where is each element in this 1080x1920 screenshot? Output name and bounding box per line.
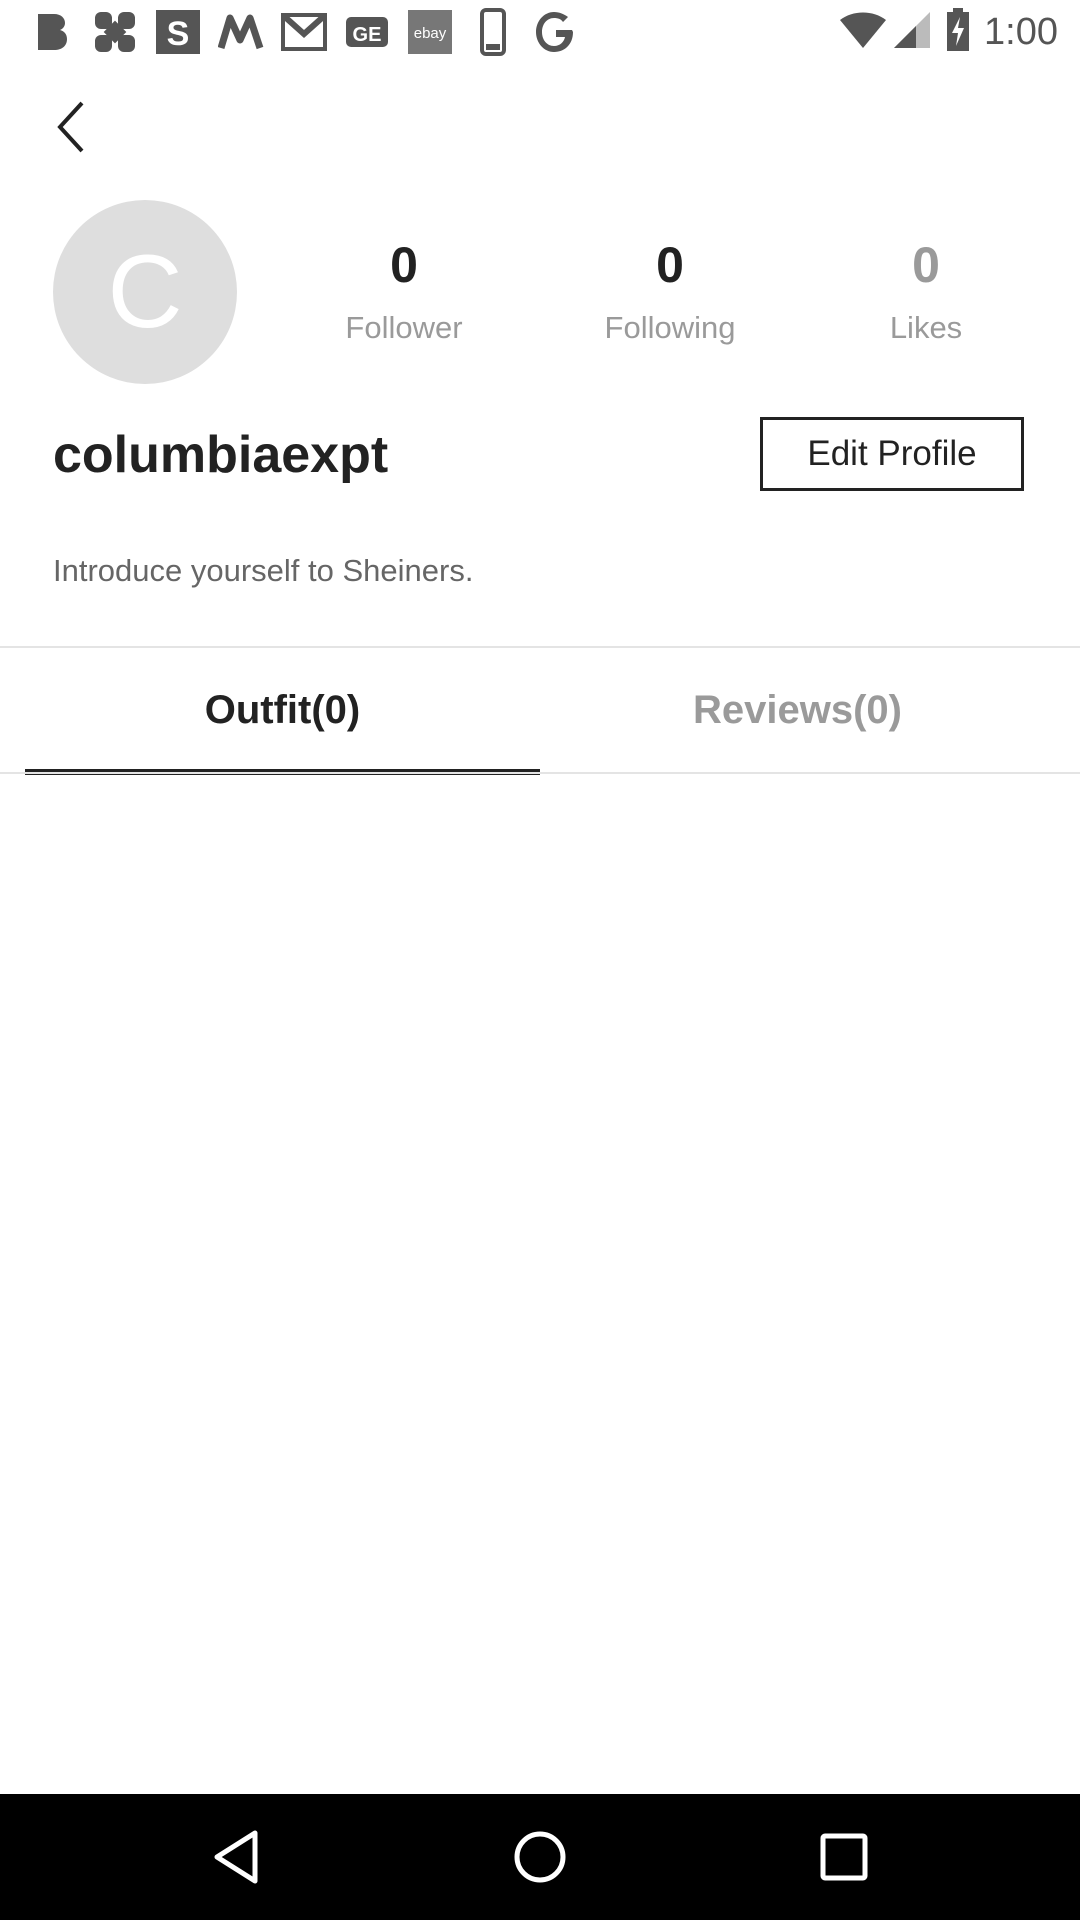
nav-recents-button[interactable] <box>804 1817 884 1897</box>
wifi-icon <box>838 10 888 55</box>
nav-recents-icon <box>820 1833 868 1881</box>
google-icon <box>532 8 580 56</box>
nav-home-button[interactable] <box>500 1817 580 1897</box>
puzzle-app-icon <box>91 8 139 56</box>
svg-text:S: S <box>167 15 190 53</box>
tab-outfit[interactable]: Outfit(0) <box>25 648 540 773</box>
status-bar: S GE ebay 1:00 <box>0 0 1080 63</box>
battery-charging-icon <box>946 7 970 57</box>
m-app-icon <box>217 8 265 56</box>
navigation-bar <box>0 1794 1080 1920</box>
likes-count: 0 <box>912 237 940 293</box>
ge-app-icon: GE <box>343 8 391 56</box>
nav-back-button[interactable] <box>196 1817 276 1897</box>
likes-stat[interactable]: 0 Likes <box>816 240 1036 346</box>
back-arrow-icon <box>57 101 84 153</box>
svg-text:GE: GE <box>353 24 382 46</box>
phone-icon <box>469 8 517 56</box>
tab-bar: Outfit(0) Reviews(0) <box>0 648 1080 775</box>
back-button[interactable] <box>40 95 104 159</box>
following-stat[interactable]: 0 Following <box>560 240 780 346</box>
cell-signal-icon <box>892 10 932 55</box>
avatar-initial: C <box>107 234 183 350</box>
ebay-icon: ebay <box>406 8 454 56</box>
edit-profile-button[interactable]: Edit Profile <box>760 417 1024 491</box>
svg-text:ebay: ebay <box>414 25 447 42</box>
follower-stat[interactable]: 0 Follower <box>294 240 514 346</box>
likes-label: Likes <box>889 310 963 345</box>
system-icons: 1:00 <box>838 7 1058 57</box>
bio-placeholder[interactable]: Introduce yourself to Sheiners. <box>53 553 473 589</box>
gmail-icon <box>280 8 328 56</box>
nav-home-icon <box>514 1831 566 1883</box>
s-app-icon: S <box>154 8 202 56</box>
following-label: Following <box>604 310 736 345</box>
tab-reviews[interactable]: Reviews(0) <box>540 648 1055 773</box>
follower-label: Follower <box>345 310 463 345</box>
nav-back-icon <box>214 1830 258 1884</box>
follower-count: 0 <box>390 237 418 293</box>
b-app-icon <box>28 8 76 56</box>
content-area <box>0 774 1080 1794</box>
status-time: 1:00 <box>984 10 1058 53</box>
username: columbiaexpt <box>53 426 389 484</box>
avatar[interactable]: C <box>53 200 237 384</box>
following-count: 0 <box>656 237 684 293</box>
notification-icons: S GE ebay <box>28 8 595 56</box>
